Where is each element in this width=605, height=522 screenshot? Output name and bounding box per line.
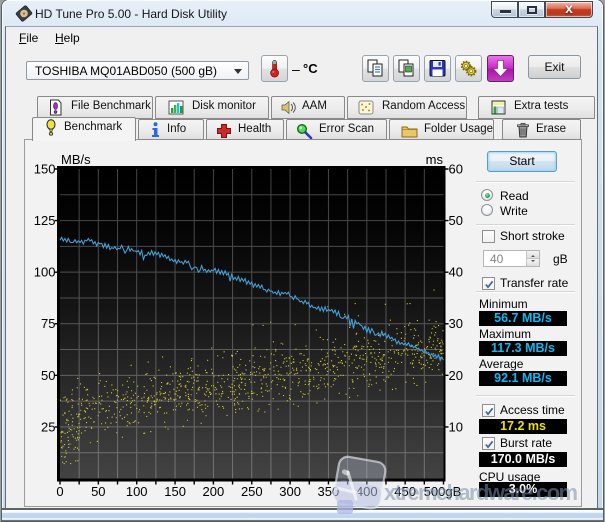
- svg-text:xtremehardware.com: xtremehardware.com: [384, 480, 578, 505]
